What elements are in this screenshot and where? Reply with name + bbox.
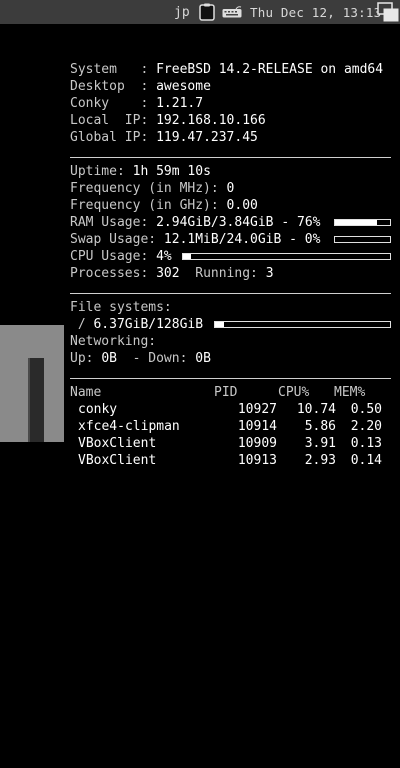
root-fs-usage-bar-fill bbox=[215, 322, 224, 327]
process-cpu: 5.86 bbox=[304, 419, 336, 434]
local-ip-label: Local IP: bbox=[70, 113, 149, 128]
col-pid-header: PID bbox=[214, 385, 238, 400]
global-ip-row: Global IP: 119.47.237.45 bbox=[70, 130, 258, 146]
uptime-value: 1h 59m 10s bbox=[132, 164, 211, 179]
desktop-row: Desktop : awesome bbox=[70, 79, 211, 95]
system-label: System : bbox=[70, 62, 149, 77]
processes-value: 302 bbox=[156, 266, 180, 281]
top-panel: jp Thu Dec 12, 13:13 bbox=[0, 0, 400, 24]
cpu-label: CPU Usage: bbox=[70, 249, 149, 264]
cpu-usage-bar bbox=[182, 253, 391, 260]
networking-title: Networking: bbox=[70, 334, 157, 349]
system-value: FreeBSD 14.2-RELEASE on amd64 bbox=[156, 62, 384, 77]
cpu-value: 4% bbox=[156, 249, 172, 264]
ram-usage-bar bbox=[334, 219, 391, 226]
up-label: Up: bbox=[70, 351, 94, 366]
process-name: VBoxClient bbox=[78, 436, 157, 451]
process-cpu: 3.91 bbox=[304, 436, 336, 451]
cpu-row: CPU Usage: 4% bbox=[70, 249, 172, 265]
process-name: xfce4-clipman bbox=[78, 419, 180, 434]
local-ip-row: Local IP: 192.168.10.166 bbox=[70, 113, 266, 129]
process-cpu: 2.93 bbox=[304, 453, 336, 468]
process-mem: 0.14 bbox=[350, 453, 382, 468]
desktop-value: awesome bbox=[156, 79, 211, 94]
filesystems-title: File systems: bbox=[70, 300, 172, 315]
clipboard-icon[interactable] bbox=[199, 3, 215, 21]
cpu-usage-bar-fill bbox=[183, 254, 192, 259]
global-ip-label: Global IP: bbox=[70, 130, 149, 145]
freq-mhz-value: 0 bbox=[226, 181, 235, 196]
col-name-header: Name bbox=[70, 385, 102, 400]
ram-row: RAM Usage: 2.94GiB/3.84GiB - 76% bbox=[70, 215, 320, 231]
down-label: - Down: bbox=[124, 351, 188, 366]
desktop-label: Desktop : bbox=[70, 79, 149, 94]
table-row: VBoxClient 10913 2.93 0.14 bbox=[70, 453, 392, 469]
table-row: conky 10927 10.74 0.50 bbox=[70, 402, 392, 418]
process-pid: 10909 bbox=[237, 436, 277, 451]
divider bbox=[70, 157, 391, 158]
swap-label: Swap Usage: bbox=[70, 232, 157, 247]
processes-row: Processes: 302 Running: 3 bbox=[70, 266, 274, 282]
swap-value: 12.1MiB/24.0GiB - 0% bbox=[163, 232, 321, 247]
freq-mhz-row: Frequency (in MHz): 0 bbox=[70, 181, 234, 197]
down-value: 0B bbox=[195, 351, 211, 366]
running-label: Running: bbox=[195, 266, 258, 281]
process-pid: 10914 bbox=[237, 419, 277, 434]
keyboard-layout-indicator[interactable]: jp bbox=[174, 5, 190, 20]
uptime-row: Uptime: 1h 59m 10s bbox=[70, 164, 211, 180]
process-pid: 10927 bbox=[237, 402, 277, 417]
freq-mhz-label: Frequency (in MHz): bbox=[70, 181, 219, 196]
freq-ghz-value: 0.00 bbox=[226, 198, 258, 213]
window-thumbnail[interactable] bbox=[0, 325, 64, 442]
ram-usage-bar-fill bbox=[335, 220, 377, 225]
process-mem: 2.20 bbox=[350, 419, 382, 434]
ram-value: 2.94GiB/3.84GiB - 76% bbox=[156, 215, 321, 230]
keyboard-icon[interactable] bbox=[222, 6, 242, 18]
table-row: VBoxClient 10909 3.91 0.13 bbox=[70, 436, 392, 452]
system-row: System : FreeBSD 14.2-RELEASE on amd64 bbox=[70, 62, 383, 78]
root-fs-value: 6.37GiB/128GiB bbox=[93, 317, 204, 332]
up-value: 0B bbox=[101, 351, 117, 366]
process-name: VBoxClient bbox=[78, 453, 157, 468]
process-pid: 10913 bbox=[237, 453, 277, 468]
root-fs-usage-bar bbox=[214, 321, 391, 328]
process-mem: 0.13 bbox=[350, 436, 382, 451]
swap-usage-bar bbox=[334, 236, 391, 243]
local-ip-value: 192.168.10.166 bbox=[156, 113, 266, 128]
freq-ghz-row: Frequency (in GHz): 0.00 bbox=[70, 198, 258, 214]
process-cpu: 10.74 bbox=[296, 402, 336, 417]
process-mem: 0.50 bbox=[350, 402, 382, 417]
root-fs-row: / 6.37GiB/128GiB bbox=[70, 317, 203, 333]
process-name: conky bbox=[78, 402, 118, 417]
global-ip-value: 119.47.237.45 bbox=[156, 130, 258, 145]
freq-ghz-label: Frequency (in GHz): bbox=[70, 198, 219, 213]
floating-layout-icon[interactable] bbox=[377, 2, 399, 22]
col-mem-header: MEM% bbox=[334, 385, 366, 400]
col-cpu-header: CPU% bbox=[278, 385, 310, 400]
table-row: xfce4-clipman 10914 5.86 2.20 bbox=[70, 419, 392, 435]
ram-label: RAM Usage: bbox=[70, 215, 149, 230]
processes-label: Processes: bbox=[70, 266, 149, 281]
network-row: Up: 0B - Down: 0B bbox=[70, 351, 211, 367]
conky-label: Conky : bbox=[70, 96, 149, 111]
divider bbox=[70, 378, 391, 379]
conky-row: Conky : 1.21.7 bbox=[70, 96, 203, 112]
uptime-label: Uptime: bbox=[70, 164, 125, 179]
thumbnail-door bbox=[30, 358, 44, 442]
conky-value: 1.21.7 bbox=[156, 96, 204, 111]
root-fs-label: / bbox=[70, 317, 86, 332]
swap-row: Swap Usage: 12.1MiB/24.0GiB - 0% bbox=[70, 232, 320, 248]
divider bbox=[70, 293, 391, 294]
clock[interactable]: Thu Dec 12, 13:13 bbox=[250, 5, 381, 20]
running-value: 3 bbox=[265, 266, 274, 281]
process-table-header: Name PID CPU% MEM% bbox=[70, 385, 392, 401]
